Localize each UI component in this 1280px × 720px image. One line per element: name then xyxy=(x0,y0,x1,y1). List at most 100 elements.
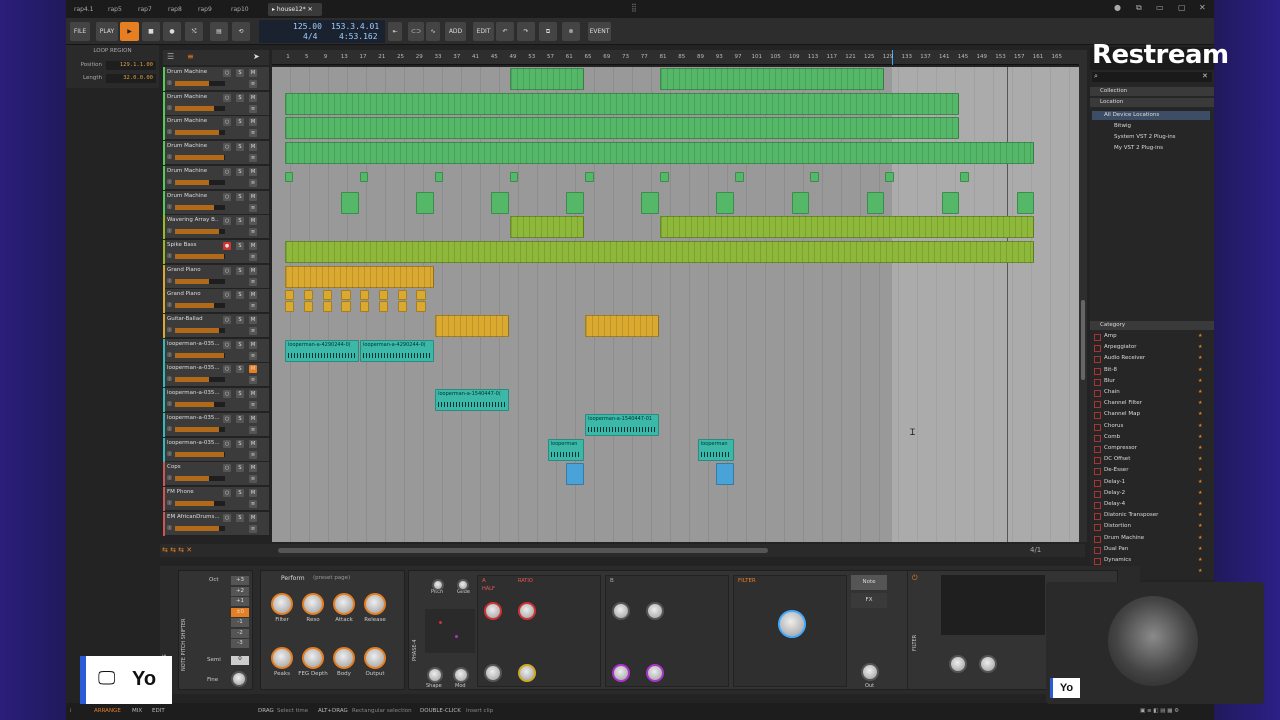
favorite-star-icon[interactable]: ★ xyxy=(1198,411,1202,417)
out-knob[interactable] xyxy=(861,663,879,681)
note-clip[interactable] xyxy=(285,171,294,182)
loop-position-field[interactable]: 129.1.1.00 xyxy=(106,61,156,70)
favorite-star-icon[interactable]: ★ xyxy=(1198,389,1202,395)
edit-button[interactable]: EDIT xyxy=(473,22,494,41)
record-arm-button[interactable]: ○ xyxy=(223,167,231,176)
remote-knob[interactable] xyxy=(271,647,293,669)
curve-icon[interactable]: ∿ xyxy=(426,22,440,41)
track-name[interactable]: looperman-a-035... xyxy=(167,390,219,396)
note-clip[interactable] xyxy=(735,171,744,182)
solo-button[interactable]: S xyxy=(236,316,244,324)
osc-b-shape-knob[interactable] xyxy=(484,664,502,682)
track-name[interactable]: Cops xyxy=(167,464,219,470)
osc-b-shape-knob[interactable] xyxy=(612,602,630,620)
note-clip[interactable] xyxy=(566,191,585,214)
solo-button[interactable]: S xyxy=(236,340,244,349)
note-clip[interactable] xyxy=(641,191,660,214)
location-item[interactable]: My VST 2 Plug-ins xyxy=(1114,145,1163,151)
favorite-star-icon[interactable]: ★ xyxy=(1198,546,1202,552)
pointer-icon[interactable]: ➤ xyxy=(253,52,260,61)
note-clip[interactable] xyxy=(1016,191,1035,214)
record-arm-button[interactable]: ● xyxy=(223,241,231,250)
track-name[interactable]: looperman-a-035... xyxy=(167,341,219,347)
mute-button[interactable]: M xyxy=(249,167,257,176)
category-item[interactable]: Comb xyxy=(1104,434,1120,440)
automation-button[interactable]: ⤭ xyxy=(185,22,203,41)
browser-section-collection[interactable]: Collection xyxy=(1090,87,1214,96)
mute-button[interactable]: M xyxy=(249,266,257,275)
category-item[interactable]: Channel Map xyxy=(1104,411,1140,417)
favorite-star-icon[interactable]: ★ xyxy=(1198,333,1202,339)
mute-button[interactable]: M xyxy=(249,464,257,473)
track-menu-icon[interactable]: ≡ xyxy=(249,499,257,508)
location-item[interactable]: Bitwig xyxy=(1114,123,1131,129)
octave-option[interactable]: -2 xyxy=(231,628,249,638)
remote-knob[interactable] xyxy=(271,593,293,615)
shape-knob[interactable] xyxy=(427,667,443,683)
volume-slider[interactable] xyxy=(175,476,225,482)
filter-knob-a[interactable] xyxy=(949,655,967,673)
track-header[interactable]: Drum Machine ○ S M ▥ ≡ xyxy=(163,91,269,116)
stop-button[interactable]: ■ xyxy=(142,22,160,41)
track-header[interactable]: Drum Machine ○ S M ▥ ≡ xyxy=(163,190,269,215)
panel-toggles-icon[interactable]: ▣ ≡ ◧ ▤ ▦ ⚙ xyxy=(1140,708,1179,714)
volume-slider[interactable] xyxy=(175,179,225,185)
note-clip[interactable] xyxy=(660,216,1035,239)
favorite-star-icon[interactable]: ★ xyxy=(1198,568,1202,574)
track-menu-icon[interactable]: ≡ xyxy=(249,327,257,335)
favorite-star-icon[interactable]: ★ xyxy=(1198,523,1202,529)
record-arm-button[interactable]: ○ xyxy=(223,464,231,473)
track-name[interactable]: Drum Machine xyxy=(167,94,219,100)
audio-clip[interactable]: looperman xyxy=(697,438,735,461)
track-menu-icon[interactable]: ≡ xyxy=(249,80,257,88)
favorite-star-icon[interactable]: ★ xyxy=(1198,557,1202,563)
footer-tools-icon[interactable]: ⇆ ⇆ ⇆ ✕ xyxy=(162,546,192,554)
project-tab[interactable]: rap8 xyxy=(164,3,186,16)
volume-slider[interactable] xyxy=(175,130,225,136)
remote-knob[interactable] xyxy=(333,593,355,615)
note-clip[interactable] xyxy=(510,68,585,90)
remote-knob[interactable] xyxy=(333,647,355,669)
category-item[interactable]: Compressor xyxy=(1104,445,1137,451)
mute-button[interactable]: M xyxy=(249,439,257,448)
audio-clip[interactable]: looperman-a-1540447-0( xyxy=(435,389,510,412)
track-menu-icon[interactable]: ≡ xyxy=(249,351,257,360)
favorite-star-icon[interactable]: ★ xyxy=(1198,445,1202,451)
event-button[interactable]: EVENT xyxy=(588,22,611,41)
record-arm-button[interactable]: ○ xyxy=(223,118,231,127)
category-item[interactable]: Diatonic Transposer xyxy=(1104,512,1158,518)
tracks-icon[interactable]: ≡ xyxy=(187,52,194,61)
mod-knob[interactable] xyxy=(453,667,469,683)
track-name[interactable]: Grand Piano xyxy=(167,267,219,273)
track-name[interactable]: Drum Machine xyxy=(167,69,219,75)
note-clip[interactable] xyxy=(285,142,1035,165)
solo-button[interactable]: S xyxy=(236,217,244,226)
favorite-star-icon[interactable]: ★ xyxy=(1198,501,1202,507)
mute-button[interactable]: M xyxy=(249,316,257,324)
track-name[interactable]: Grand Piano xyxy=(167,291,219,297)
copy-button[interactable]: ⧉ xyxy=(539,22,557,41)
category-item[interactable]: Delay-1 xyxy=(1104,479,1125,485)
record-arm-button[interactable]: ○ xyxy=(223,513,231,522)
note-clip[interactable] xyxy=(285,290,295,301)
solo-button[interactable]: S xyxy=(236,513,244,522)
track-menu-icon[interactable]: ≡ xyxy=(249,277,257,286)
track-name[interactable]: Wavering Array B... xyxy=(167,217,219,223)
record-arm-button[interactable]: ○ xyxy=(223,93,231,102)
record-arm-button[interactable]: ○ xyxy=(223,217,231,226)
category-item[interactable]: Arpeggiator xyxy=(1104,344,1137,350)
track-header[interactable]: EM AfricanDrums... ○ S M ▥ ≡ xyxy=(163,511,269,536)
mute-button[interactable]: M xyxy=(249,217,257,226)
note-clip[interactable] xyxy=(810,171,819,182)
mute-button[interactable]: M xyxy=(249,488,257,497)
project-tab[interactable]: rap4.1 xyxy=(70,3,98,16)
mute-button[interactable]: M xyxy=(249,291,257,300)
solo-button[interactable]: S xyxy=(236,488,244,497)
track-header[interactable]: Spike Bass ● S M ▥ ≡ xyxy=(163,239,269,264)
record-arm-button[interactable]: ○ xyxy=(223,266,231,275)
note-clip[interactable] xyxy=(285,301,295,313)
file-menu-button[interactable]: FILE xyxy=(70,22,90,41)
note-clip[interactable] xyxy=(510,216,585,239)
favorite-star-icon[interactable]: ★ xyxy=(1198,434,1202,440)
timeline-ruler[interactable]: 1 5 9 13 17 21 25 29 33 37 41 45 49 53 57 61 65 69 73 77 81 8… xyxy=(272,50,1079,65)
